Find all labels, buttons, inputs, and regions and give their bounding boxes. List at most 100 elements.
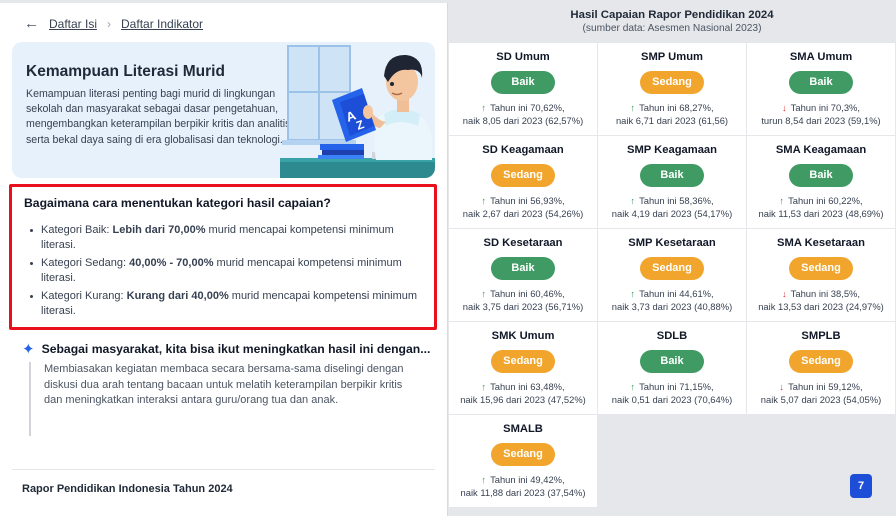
page-title: Kemampuan Literasi Murid [26,63,225,80]
criteria-prefix: Kategori Sedang: [41,257,130,269]
current-year-text: Tahun ini 71,15%, [639,381,714,392]
trend-down-icon: ↓ [779,381,785,392]
insight-body: Membiasakan kegiatan membaca secara bers… [29,362,417,436]
criteria-threshold: 40,00% - 70,00% [129,257,214,269]
category-badge: Baik [491,71,555,94]
category-badge: Sedang [491,350,555,373]
hero-description: Kemampuan literasi penting bagi murid di… [26,88,294,146]
current-year-text: Tahun ini 68,27%, [639,102,714,113]
report-header: Hasil Capaian Rapor Pendidikan 2024 (sum… [448,3,896,43]
card-current-value: ↑ Tahun ini 56,93%, [449,195,597,206]
current-year-text: Tahun ini 58,36%, [639,195,714,206]
card-level-name: SD Keagamaan [482,144,564,156]
trend-up-icon: ↑ [630,102,636,113]
current-year-text: Tahun ini 63,48%, [490,381,565,392]
current-year-text: Tahun ini 70,62%, [490,102,565,113]
card-change-value: naik 3,73 dari 2023 (40,88%) [611,301,733,312]
card-change-value: naik 2,67 dari 2023 (54,26%) [462,208,584,219]
footer-title: Rapor Pendidikan Indonesia Tahun 2024 [22,483,233,495]
result-card[interactable]: SD Keagamaan Sedang ↑ Tahun ini 56,93%, naik… [449,136,597,228]
empty-cell [598,415,746,507]
breadcrumb-daftar-isi[interactable]: Daftar Isi [49,17,97,31]
trend-up-icon: ↑ [779,195,785,206]
category-badge: Sedang [789,350,853,373]
report-subtitle: (sumber data: Asesmen Nasional 2023) [582,23,762,34]
chevron-right-icon: › [107,16,112,31]
result-card[interactable]: SMP Keagamaan Baik ↑ Tahun ini 58,36%, naik … [598,136,746,228]
hero-banner: Kemampuan Literasi Murid Kemampuan liter… [12,42,435,178]
trend-up-icon: ↑ [481,381,487,392]
criteria-callout: Bagaimana cara menentukan kategori hasil… [9,184,437,330]
category-badge: Baik [640,164,704,187]
empty-cell [747,415,895,507]
trend-up-icon: ↑ [481,102,487,113]
criteria-list: Kategori Baik: Lebih dari 70,00% murid m… [24,223,422,319]
current-year-text: Tahun ini 70,3%, [790,102,860,113]
card-level-name: SD Umum [496,51,550,63]
floating-page-button[interactable]: 7 [850,474,872,498]
card-level-name: SMA Kesetaraan [777,237,865,249]
result-card[interactable]: SD Umum Baik ↑ Tahun ini 70,62%, naik 8,05 d… [449,43,597,135]
criteria-prefix: Kategori Baik: [41,224,113,236]
category-badge: Sedang [789,257,853,280]
current-year-text: Tahun ini 60,22%, [788,195,863,206]
result-card[interactable]: SMA Keagamaan Baik ↑ Tahun ini 60,22%, naik … [747,136,895,228]
result-card[interactable]: SMPLB Sedang ↓ Tahun ini 59,12%, naik 5,07 d… [747,322,895,414]
category-badge: Sedang [640,71,704,94]
current-year-text: Tahun ini 59,12%, [788,381,863,392]
trend-up-icon: ↑ [630,288,636,299]
result-card[interactable]: SMP Kesetaraan Sedang ↑ Tahun ini 44,61%, na… [598,229,746,321]
result-card[interactable]: SMP Umum Sedang ↑ Tahun ini 68,27%, naik 6,7… [598,43,746,135]
card-current-value: ↑ Tahun ini 60,22%, [747,195,895,206]
result-card[interactable]: SMA Umum Baik ↓ Tahun ini 70,3%, turun 8,54 … [747,43,895,135]
card-level-name: SMP Kesetaraan [628,237,716,249]
card-level-name: SMP Keagamaan [627,144,717,156]
card-current-value: ↑ Tahun ini 70,62%, [449,102,597,113]
card-change-value: naik 11,53 dari 2023 (48,69%) [758,208,884,219]
result-card[interactable]: SMALB Sedang ↑ Tahun ini 49,42%, naik 11,88 … [449,415,597,507]
card-change-value: naik 8,05 dari 2023 (62,57%) [462,115,584,126]
card-current-value: ↓ Tahun ini 59,12%, [747,381,895,392]
result-card[interactable]: SD Kesetaraan Baik ↑ Tahun ini 60,46%, naik … [449,229,597,321]
trend-down-icon: ↓ [781,102,787,113]
reading-student-illustration: A Z [280,45,435,178]
criteria-item-sedang: Kategori Sedang: 40,00% - 70,00% murid m… [24,256,422,286]
result-card[interactable]: SDLB Baik ↑ Tahun ini 71,15%, naik 0,51 dari… [598,322,746,414]
insight-header[interactable]: ✦ Sebagai masyarakat, kita bisa ikut men… [22,340,430,358]
category-badge: Baik [491,257,555,280]
arrow-left-icon[interactable]: ← [24,15,39,32]
card-level-name: SD Kesetaraan [483,237,563,249]
breadcrumb-daftar-indikator[interactable]: Daftar Indikator [121,17,203,31]
card-level-name: SMALB [503,423,543,435]
category-badge: Sedang [491,443,555,466]
card-change-value: naik 6,71 dari 2023 (61,56) [615,115,729,126]
trend-up-icon: ↑ [481,474,487,485]
insight-title: Sebagai masyarakat, kita bisa ikut menin… [41,342,431,356]
card-change-value: naik 5,07 dari 2023 (54,05%) [760,394,882,405]
current-year-text: Tahun ini 44,61%, [639,288,714,299]
criteria-title: Bagaimana cara menentukan kategori hasil… [24,196,331,210]
card-current-value: ↑ Tahun ini 60,46%, [449,288,597,299]
trend-up-icon: ↑ [630,381,636,392]
category-badge: Baik [640,350,704,373]
trend-up-icon: ↑ [481,288,487,299]
current-year-text: Tahun ini 56,93%, [490,195,565,206]
criteria-item-baik: Kategori Baik: Lebih dari 70,00% murid m… [24,223,422,253]
criteria-threshold: Kurang dari 40,00% [126,290,229,302]
card-current-value: ↓ Tahun ini 70,3%, [747,102,895,113]
card-change-value: naik 0,51 dari 2023 (70,64%) [611,394,733,405]
card-current-value: ↑ Tahun ini 68,27%, [598,102,746,113]
report-title: Hasil Capaian Rapor Pendidikan 2024 [570,9,774,21]
result-card[interactable]: SMA Kesetaraan Sedang ↓ Tahun ini 38,5%, nai… [747,229,895,321]
card-current-value: ↑ Tahun ini 49,42%, [449,474,597,485]
criteria-threshold: Lebih dari 70,00% [112,224,206,236]
current-year-text: Tahun ini 49,42%, [490,474,565,485]
sparkle-icon: ✦ [22,341,35,358]
card-level-name: SMP Umum [641,51,703,63]
criteria-item-kurang: Kategori Kurang: Kurang dari 40,00% muri… [24,289,422,319]
card-current-value: ↓ Tahun ini 38,5%, [747,288,895,299]
card-current-value: ↑ Tahun ini 44,61%, [598,288,746,299]
result-card[interactable]: SMK Umum Sedang ↑ Tahun ini 63,48%, naik 15,… [449,322,597,414]
category-badge: Sedang [491,164,555,187]
category-badge: Baik [789,71,853,94]
